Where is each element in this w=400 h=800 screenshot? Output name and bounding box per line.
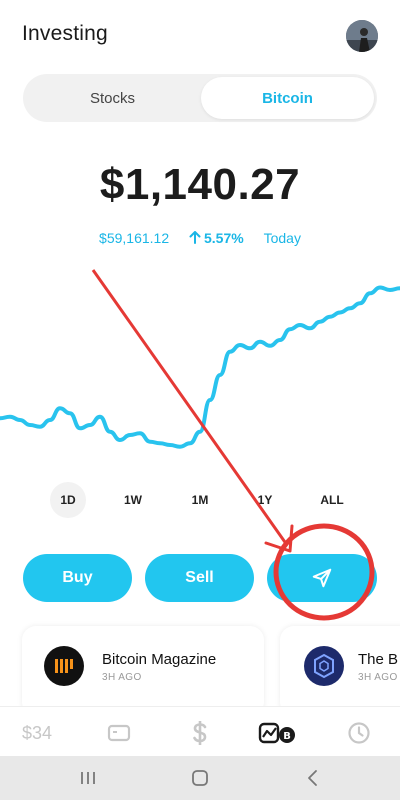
- price-line: [0, 285, 400, 449]
- tab-stocks[interactable]: Stocks: [26, 77, 199, 119]
- price-chart-svg: [0, 285, 400, 449]
- home-icon[interactable]: [187, 765, 213, 791]
- bitcoin-price: $59,161.12: [99, 230, 170, 246]
- news-title: The B: [358, 651, 399, 668]
- bottom-nav: $34 B: [0, 706, 400, 756]
- back-icon[interactable]: [300, 765, 326, 791]
- nav-cash-balance[interactable]: $34: [22, 720, 52, 746]
- price-change-value: 5.57%: [204, 230, 244, 246]
- trade-actions: Buy Sell: [0, 554, 400, 602]
- sell-button[interactable]: Sell: [145, 554, 254, 602]
- news-time: 3H AGO: [358, 672, 398, 683]
- header: Investing: [0, 0, 400, 70]
- svg-text:B: B: [283, 731, 291, 742]
- news-time: 3H AGO: [102, 672, 142, 683]
- range-1w[interactable]: 1W: [115, 482, 151, 518]
- send-paper-plane-icon: [312, 568, 332, 588]
- price-chart[interactable]: [0, 255, 400, 470]
- bitcoin-magazine-logo: [44, 646, 84, 686]
- range-selector: 1D 1W 1M 1Y ALL: [0, 482, 400, 518]
- range-1m[interactable]: 1M: [182, 482, 218, 518]
- news-card[interactable]: The B 3H AGO: [280, 626, 400, 716]
- asset-tab-switcher: Stocks Bitcoin: [23, 74, 377, 122]
- arrow-up-icon: [189, 231, 201, 244]
- send-button[interactable]: [267, 554, 377, 602]
- profile-avatar[interactable]: [346, 20, 378, 52]
- range-1y[interactable]: 1Y: [247, 482, 283, 518]
- page-title: Investing: [22, 22, 108, 45]
- activity-clock-icon[interactable]: [346, 720, 372, 746]
- tab-bitcoin[interactable]: Bitcoin: [201, 77, 374, 119]
- cube-logo: [304, 646, 344, 686]
- annotation-arrowhead: [264, 524, 294, 553]
- news-title: Bitcoin Magazine: [102, 651, 217, 668]
- news-card[interactable]: Bitcoin Magazine 3H AGO: [22, 626, 264, 716]
- period-label: Today: [263, 230, 301, 246]
- dollar-icon[interactable]: [187, 720, 213, 746]
- range-all[interactable]: ALL: [313, 482, 351, 518]
- bitcoin-balance: $1,140.27: [99, 160, 301, 209]
- buy-button[interactable]: Buy: [23, 554, 132, 602]
- recents-icon[interactable]: [75, 765, 101, 791]
- card-icon[interactable]: [106, 720, 132, 746]
- system-nav-bar: [0, 756, 400, 800]
- range-1d[interactable]: 1D: [50, 482, 86, 518]
- price-change: 5.57%: [189, 230, 244, 246]
- investing-icon[interactable]: B: [258, 720, 298, 746]
- price-stats: $59,161.12 5.57% Today: [0, 230, 400, 246]
